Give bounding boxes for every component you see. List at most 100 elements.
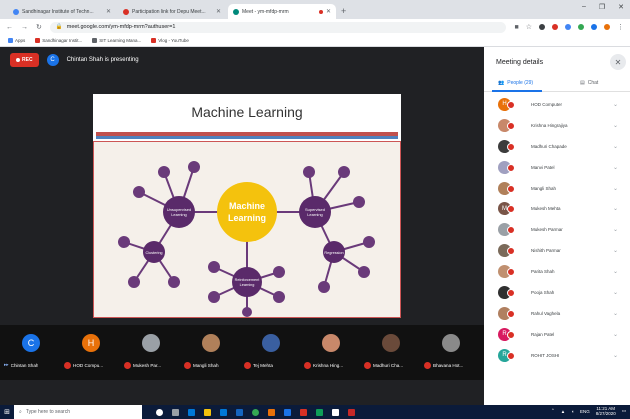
participant-name: Parita Shah [531, 269, 555, 275]
volume-icon[interactable]: ◖ [571, 409, 574, 414]
app-icon[interactable] [332, 408, 339, 416]
close-icon[interactable]: ✕ [106, 8, 111, 15]
cortana-icon[interactable] [156, 408, 163, 416]
tab-title: Meet - ym-mfdp-mrm [242, 8, 289, 15]
close-icon[interactable]: ✕ [326, 8, 331, 15]
list-item[interactable]: Mangli Shah ⌄ [484, 178, 630, 199]
close-icon[interactable]: ✕ [610, 54, 626, 70]
keyboard-icon[interactable]: ENG [580, 409, 590, 414]
participant-tile[interactable]: Tej Mehta [242, 325, 300, 380]
list-item[interactable]: Parita Shah ⌄ [484, 261, 630, 282]
list-item[interactable]: Manvi Patel ⌄ [484, 157, 630, 178]
list-item[interactable]: Mukesh Parmar ⌄ [484, 219, 630, 240]
camera-icon[interactable]: ■ [514, 24, 518, 31]
bookmark-icon [92, 38, 98, 43]
chevron-down-icon[interactable]: ⌄ [613, 205, 618, 212]
bookmark[interactable]: Sandhinagar Instit... [35, 38, 82, 43]
store-icon[interactable] [220, 408, 227, 416]
participant-tile[interactable]: C ▸▸ Chintan Shah [2, 325, 60, 380]
address-url: meet.google.com/ym-mfdp-mrm?authuser=1 [66, 24, 176, 30]
app-icon[interactable] [348, 408, 355, 416]
maximize-icon[interactable]: ❐ [599, 3, 605, 11]
meeting-details-panel: Meeting details ✕ 👥 People (29) ▤ Chat H HO… [484, 47, 630, 405]
participant-name: Rahul Vaghela [531, 310, 561, 316]
browser-tab[interactable]: Sandhinagar Institute of Techn... ✕ [8, 4, 116, 19]
chevron-down-icon[interactable]: ⌄ [613, 101, 618, 108]
app-icon[interactable] [300, 408, 307, 416]
menu-icon[interactable]: ⋮ [617, 23, 624, 31]
list-item[interactable]: Krishna Hingrajiya ⌄ [484, 115, 630, 136]
list-item[interactable]: Nishith Parmar ⌄ [484, 240, 630, 261]
chevron-down-icon[interactable]: ⌄ [613, 268, 618, 275]
chevron-down-icon[interactable]: ⌄ [613, 164, 618, 171]
bookmark[interactable]: Apps [8, 38, 25, 43]
extension-icon[interactable] [565, 24, 571, 30]
list-item[interactable]: R ROHIT JOSHI ⌄ [484, 345, 630, 366]
bookmark[interactable]: SIT Learning Mana... [92, 38, 141, 43]
mail-icon[interactable] [236, 408, 243, 416]
extension-icon[interactable] [591, 24, 597, 30]
list-item[interactable]: R Rajan Patel ⌄ [484, 324, 630, 345]
participant-name: Pooja Shah [531, 289, 555, 295]
bookmark[interactable]: Vlog - YouTube [151, 38, 189, 43]
chevron-down-icon[interactable]: ⌄ [613, 310, 618, 317]
bookmark-label: Sandhinagar Instit... [42, 38, 83, 43]
new-tab-icon[interactable]: + [341, 6, 346, 16]
participant-tile[interactable]: Krishna Hing... [302, 325, 360, 380]
chevron-down-icon[interactable]: ⌄ [613, 122, 618, 129]
browser-tab[interactable]: Participation link for Depu Meet... ✕ [118, 4, 226, 19]
clock[interactable]: 11:21 AM 8/27/2020 [596, 406, 616, 416]
extension-icon[interactable] [552, 24, 558, 30]
close-icon[interactable]: ✕ [216, 8, 221, 15]
participant-tile[interactable]: Madhuri Cha... [362, 325, 420, 380]
mic-off-icon [507, 309, 515, 318]
people-icon[interactable]: ⌃ [551, 408, 555, 414]
network-icon[interactable]: ▲ [561, 409, 565, 414]
star-icon[interactable]: ☆ [526, 23, 532, 31]
mic-off-icon [304, 362, 311, 369]
list-item[interactable]: Madhuri Chapade ⌄ [484, 136, 630, 157]
participant-tile[interactable]: Bhavana Hot... [422, 325, 480, 380]
address-bar[interactable]: 🔒 meet.google.com/ym-mfdp-mrm?authuser=1 [49, 21, 507, 33]
file-explorer-icon[interactable] [204, 408, 211, 416]
avatar: C [22, 334, 40, 352]
reload-icon[interactable]: ↻ [36, 23, 42, 31]
task-view-icon[interactable] [172, 408, 179, 416]
back-icon[interactable]: ← [6, 24, 13, 31]
tab-people-label: People (29) [507, 80, 534, 86]
list-item[interactable]: H HOD Computer ⌄ [484, 94, 630, 115]
participant-tile[interactable]: Mukesh Par... [122, 325, 180, 380]
list-item[interactable]: Pooja Shah ⌄ [484, 282, 630, 303]
chevron-down-icon[interactable]: ⌄ [613, 185, 618, 192]
screen: Sandhinagar Institute of Techn... ✕ Part… [0, 0, 630, 419]
participant-tile[interactable]: H HOD Compu... [62, 325, 120, 380]
extension-icon[interactable] [578, 24, 584, 30]
chevron-down-icon[interactable]: ⌄ [613, 289, 618, 296]
chevron-down-icon[interactable]: ⌄ [613, 352, 618, 359]
app-icon[interactable] [268, 408, 275, 416]
browser-tab-active[interactable]: Meet - ym-mfdp-mrm ✕ [228, 4, 336, 19]
minimize-icon[interactable]: – [582, 3, 586, 11]
list-item[interactable]: M Mukesh Mehta ⌄ [484, 198, 630, 219]
list-item[interactable]: Rahul Vaghela ⌄ [484, 303, 630, 324]
app-icon[interactable] [316, 408, 323, 416]
windows-start-icon[interactable]: ⊞ [0, 405, 14, 419]
extension-icon[interactable] [539, 24, 545, 30]
forward-icon[interactable]: → [21, 24, 28, 31]
participant-tile[interactable]: Mangli Shah [182, 325, 240, 380]
chevron-down-icon[interactable]: ⌄ [613, 247, 618, 254]
clock-date: 8/27/2020 [595, 411, 616, 416]
chevron-down-icon[interactable]: ⌄ [613, 331, 618, 338]
tab-people[interactable]: 👥 People (29) [498, 80, 533, 86]
edge-icon[interactable] [188, 408, 195, 416]
chevron-down-icon[interactable]: ⌄ [613, 143, 618, 150]
app-icon[interactable] [284, 408, 291, 416]
close-window-icon[interactable]: ✕ [618, 3, 624, 11]
browser-tabstrip: Sandhinagar Institute of Techn... ✕ Part… [0, 0, 630, 19]
chevron-down-icon[interactable]: ⌄ [613, 226, 618, 233]
taskbar-search-input[interactable]: ⌕ Type here to search [14, 405, 142, 419]
chrome-icon[interactable] [252, 408, 259, 416]
notifications-icon[interactable]: ▭ [622, 408, 626, 414]
tab-chat[interactable]: ▤ Chat [580, 80, 598, 86]
profile-avatar[interactable] [604, 24, 610, 30]
